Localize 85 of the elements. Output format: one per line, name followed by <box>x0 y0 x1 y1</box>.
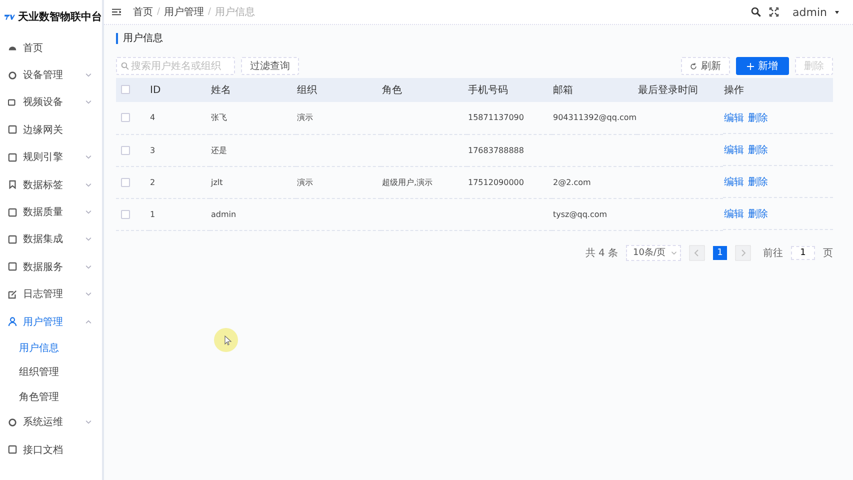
next-page-icon[interactable] <box>735 244 751 260</box>
table-cell: 17683788888 <box>468 146 524 154</box>
edit-link[interactable]: 编辑 <box>724 206 744 220</box>
search-icon[interactable] <box>750 7 761 17</box>
row-checkbox[interactable] <box>121 113 130 122</box>
sidebar-item[interactable]: 边缘网关 <box>0 116 102 144</box>
sidebar-item[interactable]: 视频设备 <box>0 88 102 116</box>
refresh-button[interactable]: 刷新 <box>681 57 730 75</box>
goto-page-field[interactable]: 1 <box>791 246 815 260</box>
column-header: ID <box>149 78 210 102</box>
bookmark-icon <box>8 180 17 190</box>
chevron-icon <box>671 250 677 254</box>
refresh-icon <box>690 62 697 70</box>
fullscreen-icon[interactable] <box>768 7 779 17</box>
page-number[interactable]: 1 <box>713 246 727 260</box>
goto-label: 前往 <box>763 246 783 260</box>
row-checkbox[interactable] <box>121 210 130 219</box>
table-cell: admin <box>211 210 236 218</box>
sidebar-item[interactable]: 数据标签 <box>0 170 102 198</box>
table-cell: 3 <box>150 146 156 154</box>
sidebar-item[interactable]: 规则引擎 <box>0 144 102 171</box>
user-icon <box>8 317 17 326</box>
plus-icon <box>747 62 754 70</box>
menu-icon[interactable] <box>112 8 121 16</box>
breadcrumb-separator: / <box>157 7 160 17</box>
delete-link[interactable]: 删除 <box>748 110 768 124</box>
table-cell: 904311392@qq.com <box>553 113 637 122</box>
table-cell: 15871137090 <box>468 113 524 122</box>
total-count: 共 4 条 <box>585 246 618 260</box>
table-cell: 演示 <box>297 178 313 186</box>
page-title: 用户信息 <box>116 33 833 44</box>
breadcrumb-item[interactable]: 用户管理 <box>164 5 204 19</box>
sidebar-item[interactable]: 用户管理 <box>0 308 102 336</box>
search-icon <box>121 62 129 70</box>
page-suffix: 页 <box>823 246 833 260</box>
cursor-highlight-icon <box>214 328 238 352</box>
breadcrumb-separator: / <box>208 7 212 17</box>
sidebar-subitem[interactable]: 角色管理 <box>0 384 102 409</box>
table-cell: 1 <box>150 210 156 218</box>
sidebar-item[interactable]: 接口文档 <box>0 436 102 464</box>
edit-link[interactable]: 编辑 <box>724 174 744 188</box>
column-header: 姓名 <box>210 78 296 102</box>
edit-icon <box>8 290 17 299</box>
column-header: 最后登录时间 <box>637 78 723 102</box>
page-size-select[interactable]: 10条/页 <box>626 244 681 260</box>
sidebar-subitem[interactable]: 组织管理 <box>0 360 102 384</box>
delete-link[interactable]: 删除 <box>748 174 768 188</box>
row-checkbox[interactable] <box>121 178 130 187</box>
table-cell: 超级用户,演示 <box>382 178 433 186</box>
caret-icon[interactable] <box>835 10 839 14</box>
column-header: 组织 <box>296 78 381 102</box>
column-header: 邮箱 <box>552 78 637 102</box>
delete-link[interactable]: 删除 <box>748 142 768 156</box>
table-cell: jzlt <box>211 178 223 186</box>
row-checkbox[interactable] <box>121 146 130 155</box>
sidebar-item[interactable]: 数据服务 <box>0 253 102 281</box>
brand-name: 天业数智物联中台 <box>18 10 102 24</box>
sidebar-subitem[interactable]: 用户信息 <box>0 335 102 360</box>
table-cell: 演示 <box>297 113 313 122</box>
select-all-checkbox[interactable] <box>121 85 130 94</box>
table-cell: tysz@qq.com <box>553 210 608 218</box>
breadcrumb-item[interactable]: 首页 <box>133 5 153 19</box>
sidebar-item[interactable]: 数据质量 <box>0 198 102 226</box>
sidebar-item[interactable]: 设备管理 <box>0 61 102 89</box>
previous-page-icon[interactable] <box>689 244 705 260</box>
table-cell: 张飞 <box>211 113 227 122</box>
sidebar-item[interactable]: 首页 <box>0 34 102 62</box>
column-header: 手机号码 <box>467 78 552 102</box>
table-cell: 4 <box>150 113 156 122</box>
breadcrumb-item: 用户信息 <box>215 6 256 19</box>
table-cell: 2@2.com <box>553 178 591 186</box>
table-cell: 还是 <box>211 146 227 154</box>
edit-link[interactable]: 编辑 <box>724 142 744 156</box>
sidebar-item[interactable]: 数据集成 <box>0 226 102 254</box>
delete-link[interactable]: 删除 <box>748 206 768 220</box>
add-button[interactable]: 新增 <box>736 57 789 75</box>
sidebar-item[interactable]: 日志管理 <box>0 280 102 308</box>
sidebar-item[interactable]: 系统运维 <box>0 408 102 436</box>
edit-link[interactable]: 编辑 <box>724 110 744 124</box>
column-header: 角色 <box>381 78 467 102</box>
table-cell: 2 <box>150 178 156 186</box>
user-name[interactable]: admin <box>792 6 827 18</box>
column-header: 操作 <box>723 78 833 102</box>
table-cell: 17512090000 <box>468 178 524 186</box>
filter-button[interactable]: 过滤查询 <box>241 57 299 75</box>
